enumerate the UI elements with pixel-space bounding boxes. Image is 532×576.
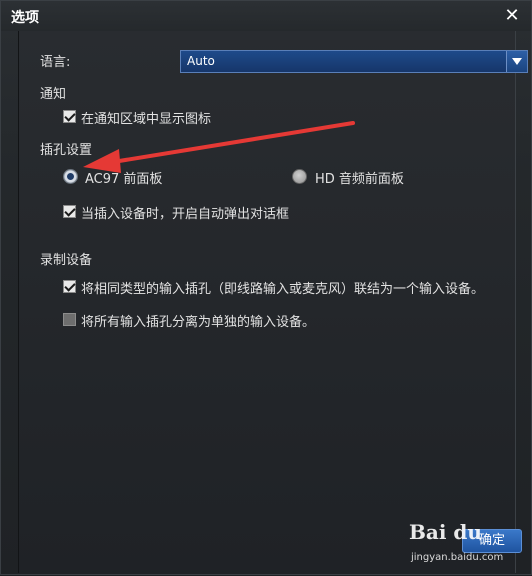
annotation-arrow (83, 121, 355, 173)
options-dialog: 选项 ✕ 语言: Auto 通知 在通知区域中显示图标 插孔设置 AC97 前面… (0, 0, 532, 575)
